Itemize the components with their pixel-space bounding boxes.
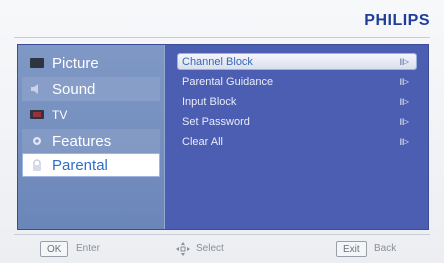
menu-item-label: Sound (52, 80, 96, 98)
menu-item-label: Picture (52, 54, 99, 72)
menu-item-features[interactable]: Features (22, 129, 160, 153)
footer-hints: OK Enter Select Exit Back (0, 239, 444, 259)
menu-item-label: Features (52, 132, 112, 150)
brand-logo: PHILIPS (364, 12, 430, 29)
submenu-item-set-password[interactable]: Set Password III> (178, 114, 416, 129)
submenu-item-label: Clear All (182, 135, 223, 148)
select-label: Select (196, 243, 224, 254)
menu-item-parental[interactable]: Parental (22, 153, 160, 177)
tv-menu-screen: PHILIPS Picture Sound TV Features Parent… (0, 0, 444, 263)
chevron-right-icon: III> (399, 76, 409, 87)
submenu-item-clear-all[interactable]: Clear All III> (178, 134, 416, 149)
exit-key[interactable]: Exit (336, 241, 367, 257)
speaker-icon (28, 82, 46, 96)
menu-panel: Picture Sound TV Features Parental Chann… (17, 44, 429, 230)
menu-item-tv[interactable]: TV (22, 103, 160, 127)
submenu-item-label: Parental Guidance (182, 75, 274, 88)
ok-key[interactable]: OK (40, 241, 69, 257)
picture-icon (28, 56, 46, 70)
submenu-item-input-block[interactable]: Input Block III> (178, 94, 416, 109)
top-divider (14, 37, 430, 38)
bottom-divider (14, 234, 430, 235)
back-label: Back (374, 243, 397, 254)
tv-icon (28, 108, 46, 122)
main-menu: Picture Sound TV Features Parental (18, 45, 165, 229)
chevron-right-icon: III> (399, 136, 409, 147)
menu-item-sound[interactable]: Sound (22, 77, 160, 101)
chevron-right-icon: III> (399, 96, 409, 107)
menu-item-label: TV (52, 108, 68, 122)
features-icon (28, 134, 46, 148)
enter-label: Enter (76, 243, 100, 254)
submenu-item-parental-guidance[interactable]: Parental Guidance III> (178, 74, 416, 89)
menu-item-label: Parental (52, 156, 108, 174)
lock-icon (28, 158, 46, 172)
submenu-item-label: Input Block (182, 95, 237, 108)
submenu-item-channel-block[interactable]: Channel Block III> (178, 54, 416, 69)
chevron-right-icon: III> (399, 56, 409, 67)
menu-item-picture[interactable]: Picture (22, 51, 160, 75)
chevron-right-icon: III> (399, 116, 409, 127)
navigation-pad-icon (176, 242, 190, 259)
submenu-item-label: Channel Block (182, 55, 253, 68)
submenu-item-label: Set Password (182, 115, 250, 128)
